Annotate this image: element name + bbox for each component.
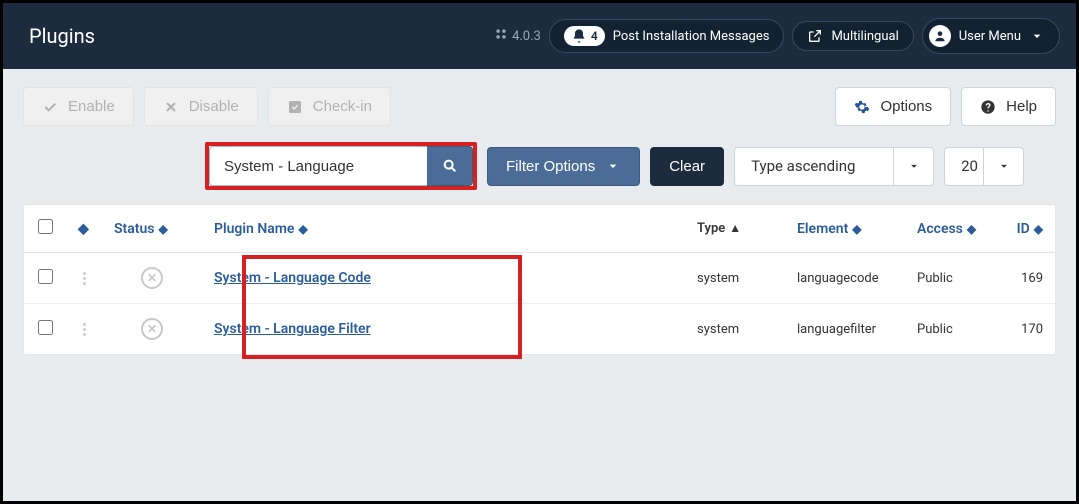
access-header[interactable]: Access◆ bbox=[905, 205, 995, 253]
disable-button[interactable]: Disable bbox=[144, 87, 258, 126]
element-header[interactable]: Element◆ bbox=[785, 205, 905, 253]
search-wrap bbox=[205, 142, 477, 190]
name-header[interactable]: Plugin Name◆ bbox=[202, 205, 685, 253]
search-button[interactable] bbox=[427, 146, 473, 186]
page-title: Plugins bbox=[29, 24, 95, 48]
chevron-down-icon bbox=[983, 148, 1023, 185]
top-bar: Plugins 4.0.3 4 Post Installation Messag… bbox=[3, 3, 1076, 69]
status-disabled-icon[interactable]: ✕ bbox=[141, 267, 163, 289]
options-button[interactable]: Options bbox=[835, 87, 951, 126]
plugin-table: ◆ Status◆ Plugin Name◆ Type▲ Element◆ Ac… bbox=[23, 204, 1056, 355]
access-cell: Public bbox=[905, 304, 995, 355]
type-cell: system bbox=[685, 253, 785, 304]
element-cell: languagecode bbox=[785, 253, 905, 304]
access-cell: Public bbox=[905, 253, 995, 304]
search-icon bbox=[442, 158, 458, 174]
id-cell: 170 bbox=[995, 304, 1055, 355]
type-header[interactable]: Type▲ bbox=[685, 205, 785, 253]
gear-icon bbox=[854, 99, 870, 115]
sort-asc-icon: ▲ bbox=[729, 221, 741, 235]
limit-select[interactable]: 20 bbox=[944, 147, 1024, 186]
table-row: ✕ System - Language Filter system langua… bbox=[24, 304, 1055, 355]
plugin-link[interactable]: System - Language Code bbox=[214, 270, 371, 286]
x-icon bbox=[163, 99, 179, 115]
checkin-button[interactable]: Check-in bbox=[268, 87, 391, 126]
element-cell: languagefilter bbox=[785, 304, 905, 355]
sort-icon: ◆ bbox=[1034, 222, 1043, 236]
row-checkbox[interactable] bbox=[38, 269, 53, 284]
row-checkbox[interactable] bbox=[38, 320, 53, 335]
select-all-header bbox=[24, 205, 66, 253]
filter-row: Filter Options Clear Type ascending 20 bbox=[13, 134, 1066, 204]
clear-button[interactable]: Clear bbox=[650, 147, 724, 186]
select-all-checkbox[interactable] bbox=[38, 219, 53, 234]
version-badge[interactable]: 4.0.3 bbox=[494, 27, 541, 45]
drag-handle-icon[interactable] bbox=[78, 323, 90, 336]
sort-select[interactable]: Type ascending bbox=[734, 147, 934, 186]
enable-button[interactable]: Enable bbox=[23, 87, 134, 126]
sort-icon: ◆ bbox=[298, 222, 307, 236]
user-icon bbox=[929, 25, 951, 47]
multilingual-pill[interactable]: Multilingual bbox=[792, 21, 913, 51]
id-header[interactable]: ID◆ bbox=[995, 205, 1055, 253]
sort-icon: ◆ bbox=[78, 221, 89, 237]
chevron-down-icon bbox=[893, 148, 933, 185]
bell-badge: 4 bbox=[564, 26, 605, 46]
sort-icon: ◆ bbox=[158, 222, 167, 236]
joomla-icon bbox=[494, 27, 508, 45]
status-disabled-icon[interactable]: ✕ bbox=[141, 318, 163, 340]
chevron-down-icon bbox=[605, 158, 621, 174]
chevron-down-icon bbox=[1029, 28, 1045, 44]
search-input[interactable] bbox=[209, 146, 427, 186]
status-header[interactable]: Status◆ bbox=[102, 205, 202, 253]
id-cell: 169 bbox=[995, 253, 1055, 304]
plugin-link[interactable]: System - Language Filter bbox=[214, 321, 371, 337]
action-toolbar: Enable Disable Check-in Options bbox=[13, 79, 1066, 134]
type-cell: system bbox=[685, 304, 785, 355]
external-link-icon bbox=[807, 28, 823, 44]
sort-icon: ◆ bbox=[852, 222, 861, 236]
drag-handle-icon[interactable] bbox=[78, 272, 90, 285]
filter-options-button[interactable]: Filter Options bbox=[487, 147, 640, 186]
user-menu-pill[interactable]: User Menu bbox=[922, 18, 1060, 54]
table-row: ✕ System - Language Code system language… bbox=[24, 253, 1055, 304]
question-icon bbox=[980, 99, 996, 115]
notifications-pill[interactable]: 4 Post Installation Messages bbox=[549, 19, 785, 53]
check-icon bbox=[42, 99, 58, 115]
help-button[interactable]: Help bbox=[961, 87, 1056, 126]
ordering-header[interactable]: ◆ bbox=[66, 205, 102, 253]
checkbox-icon bbox=[287, 99, 303, 115]
sort-icon: ◆ bbox=[967, 222, 976, 236]
